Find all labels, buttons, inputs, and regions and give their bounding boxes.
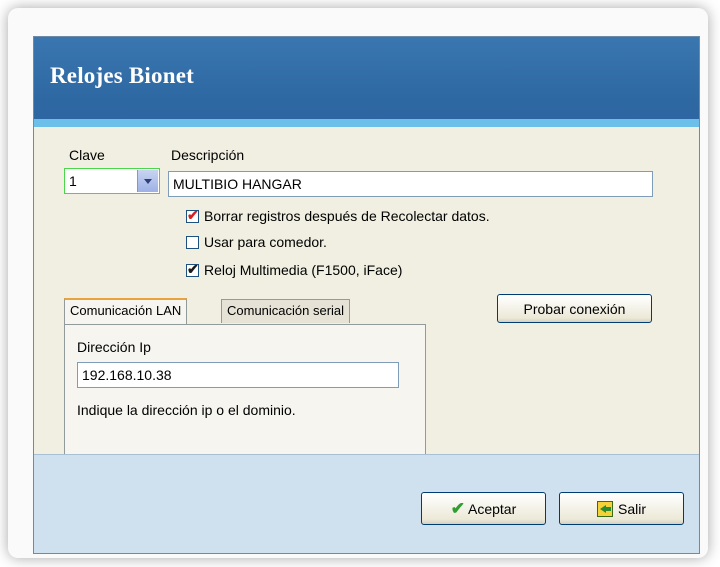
checkbox-reloj-multimedia[interactable]: ✔ Reloj Multimedia (F1500, iFace) bbox=[186, 262, 402, 278]
checkmark-icon: ✔ bbox=[187, 260, 199, 277]
accept-button[interactable]: ✔ Aceptar bbox=[421, 492, 546, 525]
checkbox-usar-comedor[interactable]: Usar para comedor. bbox=[186, 234, 327, 250]
checkmark-icon: ✔ bbox=[187, 206, 199, 223]
checkbox-label: Borrar registros después de Recolectar d… bbox=[204, 208, 490, 224]
clave-value: 1 bbox=[69, 173, 77, 189]
checkbox-label: Reloj Multimedia (F1500, iFace) bbox=[204, 262, 403, 278]
title-bar: Relojes Bionet bbox=[34, 37, 699, 127]
test-connection-button[interactable]: Probar conexión bbox=[497, 294, 652, 323]
checkbox-box[interactable]: ✔ bbox=[186, 206, 199, 223]
chevron-down-icon[interactable] bbox=[137, 170, 158, 192]
ip-hint: Indique la dirección ip o el dominio. bbox=[77, 402, 296, 418]
dialog-window: Relojes Bionet Clave 1 Descripción MULTI… bbox=[33, 36, 700, 554]
test-connection-label: Probar conexión bbox=[523, 300, 626, 317]
accept-label: Aceptar bbox=[468, 500, 517, 517]
exit-button[interactable]: Salir bbox=[559, 492, 684, 525]
descripcion-label: Descripción bbox=[171, 147, 245, 163]
clave-label: Clave bbox=[69, 147, 105, 163]
checkbox-box[interactable]: ✔ bbox=[186, 260, 199, 277]
descripcion-field[interactable]: MULTIBIO HANGAR bbox=[168, 171, 653, 197]
checkmark-icon: ✔ bbox=[450, 498, 465, 518]
title-stripe bbox=[34, 119, 699, 127]
checkbox-box[interactable] bbox=[186, 235, 199, 249]
tab-comunicacion-serial[interactable]: Comunicación serial bbox=[221, 299, 351, 323]
clave-combo[interactable]: 1 bbox=[64, 168, 160, 194]
exit-label: Salir bbox=[617, 500, 646, 517]
window-title: Relojes Bionet bbox=[50, 63, 194, 88]
tab-comunicacion-lan[interactable]: Comunicación LAN bbox=[64, 298, 188, 324]
checkbox-label: Usar para comedor. bbox=[204, 234, 327, 250]
ip-field[interactable]: 192.168.10.38 bbox=[77, 362, 399, 388]
exit-door-icon bbox=[596, 500, 613, 517]
checkbox-borrar-registros[interactable]: ✔ Borrar registros después de Recolectar… bbox=[186, 208, 490, 224]
ip-label: Dirección Ip bbox=[77, 339, 151, 355]
